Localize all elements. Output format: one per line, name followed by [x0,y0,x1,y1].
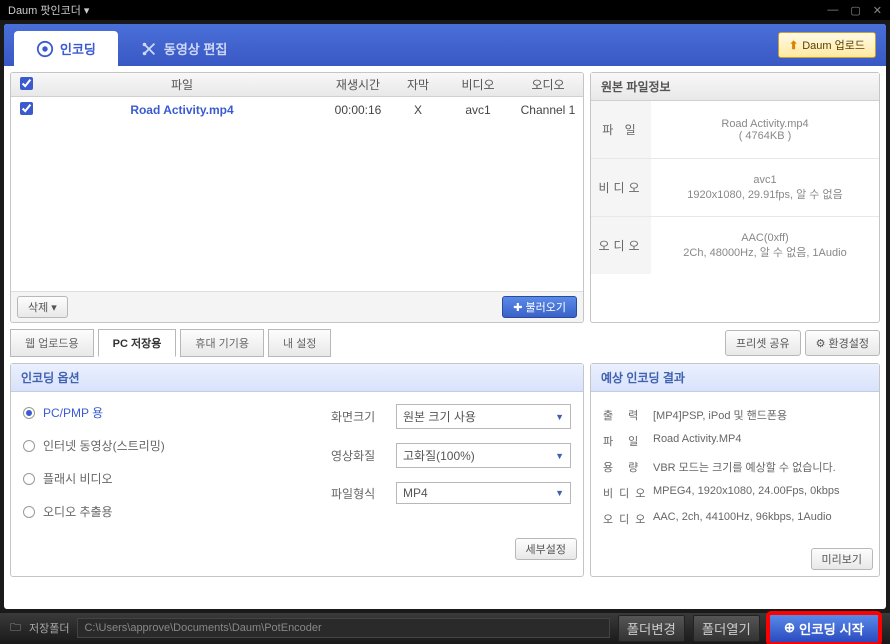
tab-video-edit-label: 동영상 편집 [164,39,227,58]
radio-icon [23,473,35,485]
preset-tab-pc[interactable]: PC 저장용 [98,329,177,357]
result-audio-label: 오디오 [603,511,653,527]
info-audio-codec: AAC(0xff) [741,232,788,244]
tab-encoding[interactable]: 인코딩 [14,31,118,66]
main-tabbar: 인코딩 동영상 편집 ⬆ Daum 업로드 [4,24,886,66]
encoding-options-panel: 인코딩 옵션 PC/PMP 용 인터넷 동영상(스트리밍) 플래시 비디오 오디… [10,363,584,577]
radio-icon [23,440,35,452]
result-file-label: 파 일 [603,433,653,449]
format-label: 파일형식 [331,485,386,502]
quality-dropdown[interactable]: 고화질(100%)▼ [396,443,571,468]
preset-tab-web[interactable]: 웹 업로드용 [10,329,94,357]
delete-button[interactable]: 삭제 ▾ [17,296,68,318]
result-output-value: [MP4]PSP, iPod 및 핸드폰용 [653,407,867,423]
radio-internet[interactable]: 인터넷 동영상(스트리밍) [23,437,311,454]
source-info-title: 원본 파일정보 [591,73,879,101]
load-button[interactable]: ✚불러오기 [502,296,577,318]
maximize-icon[interactable]: ▢ [850,4,860,17]
col-audio[interactable]: 오디오 [513,76,583,93]
scissors-icon [140,40,158,58]
select-all-checkbox[interactable] [20,77,33,90]
env-settings-button[interactable]: ⚙환경설정 [805,330,880,356]
preset-tab-mobile[interactable]: 휴대 기기용 [180,329,264,357]
result-file-value: Road Activity.MP4 [653,433,867,449]
tab-encoding-label: 인코딩 [60,39,96,58]
preset-tab-my[interactable]: 내 설정 [268,329,331,357]
info-audio-detail: 2Ch, 48000Hz, 알 수 없음, 1Audio [683,244,846,260]
radio-flash[interactable]: 플래시 비디오 [23,470,311,487]
row-filename: Road Activity.mp4 [41,103,323,117]
table-row[interactable]: Road Activity.mp4 00:00:16 X avc1 Channe… [11,97,583,123]
chevron-down-icon: ▼ [555,488,564,498]
gear-icon: ⚙ [816,337,826,350]
row-checkbox[interactable] [20,102,33,115]
row-sub: X [393,103,443,117]
upload-arrow-icon: ⬆ [789,39,798,52]
preview-button[interactable]: 미리보기 [811,548,873,570]
preset-share-button[interactable]: 프리셋 공유 [725,330,801,356]
col-subtitle[interactable]: 자막 [393,76,443,93]
format-dropdown[interactable]: MP4▼ [396,482,571,504]
row-video: avc1 [443,103,513,117]
info-video-detail: 1920x1080, 29.91fps, 알 수 없음 [687,186,842,202]
col-playtime[interactable]: 재생시간 [323,76,393,93]
encoding-icon [36,40,54,58]
close-icon[interactable]: ✕ [873,4,882,17]
source-info-panel: 원본 파일정보 파 일 Road Activity.mp4 ( 4764KB )… [590,72,880,323]
row-time: 00:00:16 [323,103,393,117]
radio-icon [23,407,35,419]
result-size-value: VBR 모드는 크기를 예상할 수 없습니다. [653,459,867,475]
start-encoding-button[interactable]: ⊕인코딩 시작 [768,613,880,644]
screen-size-label: 화면크기 [331,408,386,425]
plus-icon: ✚ [513,301,522,314]
info-file-label: 파 일 [591,101,651,158]
save-path-field[interactable]: C:\Users\approve\Documents\Daum\PotEncod… [77,618,609,638]
folder-icon: 🗀 [10,619,21,638]
window-title: Daum 팟인코더 ▾ [8,2,89,18]
tab-video-edit[interactable]: 동영상 편집 [118,31,249,66]
info-video-codec: avc1 [753,174,776,186]
result-title: 예상 인코딩 결과 [591,364,879,392]
change-folder-button[interactable]: 폴더변경 [618,615,685,642]
open-folder-button[interactable]: 폴더열기 [693,615,760,642]
info-file-size: ( 4764KB ) [739,130,792,142]
radio-pcpmp[interactable]: PC/PMP 용 [23,404,311,421]
save-folder-label: 저장폴더 [29,620,69,636]
result-audio-value: AAC, 2ch, 44100Hz, 96kbps, 1Audio [653,511,867,527]
info-audio-label: 오디오 [591,217,651,274]
encoding-result-panel: 예상 인코딩 결과 출 력[MP4]PSP, iPod 및 핸드폰용 파 일Ro… [590,363,880,577]
encode-icon: ⊕ [784,620,795,636]
screen-size-dropdown[interactable]: 원본 크기 사용▼ [396,404,571,429]
info-video-label: 비디오 [591,159,651,216]
col-file[interactable]: 파일 [41,76,323,93]
radio-icon [23,506,35,518]
chevron-down-icon: ▼ [555,412,564,422]
chevron-down-icon: ▼ [555,451,564,461]
minimize-icon[interactable]: — [827,4,838,17]
detail-settings-button[interactable]: 세부설정 [515,538,577,560]
result-size-label: 용 량 [603,459,653,475]
col-video[interactable]: 비디오 [443,76,513,93]
daum-upload-button[interactable]: ⬆ Daum 업로드 [778,32,876,58]
quality-label: 영상화질 [331,447,386,464]
bottombar: 🗀 저장폴더 C:\Users\approve\Documents\Daum\P… [0,613,890,643]
radio-audio[interactable]: 오디오 추출용 [23,503,311,520]
info-file-name: Road Activity.mp4 [721,118,808,130]
row-audio: Channel 1 [513,103,583,117]
result-video-label: 비디오 [603,485,653,501]
titlebar: Daum 팟인코더 ▾ — ▢ ✕ [0,0,890,20]
encoding-options-title: 인코딩 옵션 [11,364,583,392]
result-output-label: 출 력 [603,407,653,423]
result-video-value: MPEG4, 1920x1080, 24.00Fps, 0kbps [653,485,867,501]
file-list-panel: 파일 재생시간 자막 비디오 오디오 Road Activity.mp4 00:… [10,72,584,323]
